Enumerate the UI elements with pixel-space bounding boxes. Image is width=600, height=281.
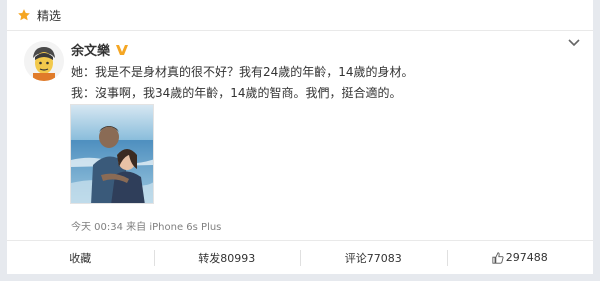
like-button[interactable]: 297488 (446, 241, 594, 274)
weibo-card: 精选 余文樂 她：我是不是身材真的很不好？我有24歲的年齡，14歲的身材。 我：… (7, 0, 593, 281)
post-text-line: 她：我是不是身材真的很不好？我有24歲的年齡，14歲的身材。 (71, 65, 414, 79)
repost-label: 转发80993 (198, 251, 256, 265)
featured-header: 精选 (7, 0, 593, 31)
author-row: 余文樂 (71, 40, 129, 59)
avatar[interactable] (24, 41, 64, 81)
post-meta: 今天 00:34 来自 iPhone 6s Plus (71, 222, 222, 233)
username[interactable]: 余文樂 (71, 40, 110, 59)
star-icon (18, 9, 30, 21)
post-text-line: 我：沒事啊，我34歲的年齡，14歲的智商。我們，挺合適的。 (71, 86, 402, 100)
action-bar: 收藏 转发80993 评论77083 297488 (7, 240, 593, 274)
like-count: 297488 (505, 251, 548, 264)
page-background-strip (0, 274, 600, 281)
featured-label: 精选 (37, 8, 62, 23)
verified-badge-icon (116, 44, 129, 55)
chevron-down-icon[interactable] (567, 38, 581, 48)
repost-button[interactable]: 转发80993 (153, 241, 301, 274)
post-photo[interactable] (70, 104, 154, 204)
collect-label: 收藏 (69, 251, 92, 265)
comment-label: 评论77083 (344, 251, 402, 265)
collect-button[interactable]: 收藏 (7, 241, 154, 274)
comment-button[interactable]: 评论77083 (300, 241, 447, 274)
thumbs-up-icon (492, 251, 504, 264)
